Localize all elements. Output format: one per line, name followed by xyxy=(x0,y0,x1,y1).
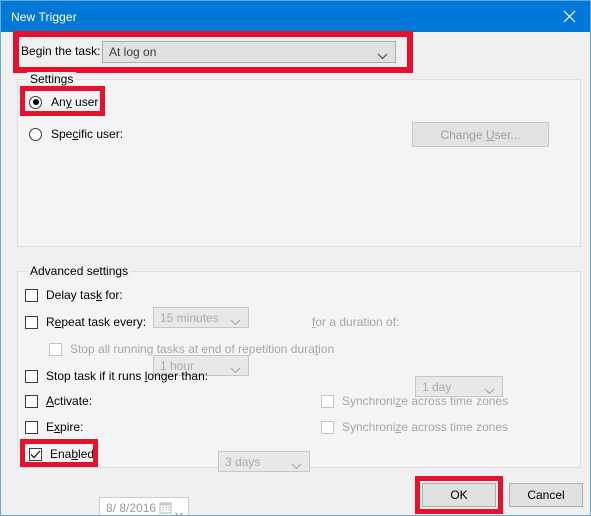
chevron-down-icon xyxy=(377,49,388,63)
ok-button[interactable]: OK xyxy=(422,483,496,507)
duration-value: 1 day xyxy=(422,379,452,394)
stop-all-tasks-label: Stop all running tasks at end of repetit… xyxy=(70,342,335,356)
expire-option[interactable]: Expire: xyxy=(25,420,83,434)
stop-longer-combobox[interactable]: 3 days xyxy=(218,451,310,472)
calendar-icon[interactable] xyxy=(159,501,172,515)
advanced-settings-group-title: Advanced settings xyxy=(27,264,132,278)
checkbox-activate[interactable] xyxy=(25,394,38,408)
chevron-down-icon[interactable] xyxy=(175,506,183,515)
any-user-label: Any user xyxy=(51,95,99,109)
begin-task-label: Begin the task: xyxy=(21,44,101,58)
checkbox-enabled[interactable] xyxy=(29,447,42,461)
repeat-task-label: Repeat task every: xyxy=(46,315,147,329)
close-button[interactable] xyxy=(546,1,590,32)
stop-longer-label: Stop task if it runs longer than: xyxy=(46,369,209,383)
specific-user-label: Specific user: xyxy=(51,127,124,141)
chevron-down-icon xyxy=(291,459,302,473)
cancel-label: Cancel xyxy=(527,488,565,502)
expire-sync-label: Synchronize across time zones xyxy=(342,420,509,434)
stop-longer-option[interactable]: Stop task if it runs longer than: xyxy=(25,369,208,383)
stop-all-tasks-option[interactable]: Stop all running tasks at end of repetit… xyxy=(49,342,334,356)
activate-option[interactable]: Activate: xyxy=(25,394,92,408)
ok-label: OK xyxy=(450,488,468,502)
delay-task-value: 15 minutes xyxy=(160,310,219,325)
activate-date-field[interactable]: 8/ 8/2016 xyxy=(99,497,189,515)
duration-label-wrap: for a duration of: xyxy=(312,315,399,329)
radio-any-user[interactable] xyxy=(29,95,42,109)
close-icon xyxy=(563,10,576,23)
checkbox-expire-sync[interactable] xyxy=(321,420,334,434)
checkbox-stop-longer[interactable] xyxy=(25,369,38,383)
chevron-down-icon xyxy=(230,315,241,329)
any-user-option[interactable]: Any user xyxy=(29,95,98,109)
begin-task-label-wrap: Begin the task: xyxy=(21,44,100,58)
delay-task-label: Delay task for: xyxy=(46,288,123,302)
cancel-button[interactable]: Cancel xyxy=(509,483,583,507)
new-trigger-dialog: New Trigger Begin the task: At log on Se… xyxy=(0,0,591,516)
checkbox-stop-all-tasks[interactable] xyxy=(49,342,62,356)
enabled-option[interactable]: Enabled xyxy=(29,447,94,461)
checkbox-repeat-task[interactable] xyxy=(25,315,38,329)
checkbox-activate-sync[interactable] xyxy=(321,394,334,408)
settings-group: Settings xyxy=(17,72,581,247)
activate-label: Activate: xyxy=(46,394,93,408)
delay-task-combobox[interactable]: 15 minutes xyxy=(153,307,249,328)
delay-task-option[interactable]: Delay task for: xyxy=(25,288,123,302)
change-user-label: Change User... xyxy=(440,127,521,142)
activate-sync-label: Synchronize across time zones xyxy=(342,394,509,408)
stop-longer-value: 3 days xyxy=(225,454,261,469)
checkbox-delay-task[interactable] xyxy=(25,288,38,302)
expire-sync-option[interactable]: Synchronize across time zones xyxy=(321,420,508,434)
settings-group-title: Settings xyxy=(27,72,77,86)
repeat-task-option[interactable]: Repeat task every: xyxy=(25,315,146,329)
radio-specific-user[interactable] xyxy=(29,127,42,141)
activate-sync-option[interactable]: Synchronize across time zones xyxy=(321,394,508,408)
title-bar: New Trigger xyxy=(1,1,590,32)
checkbox-expire[interactable] xyxy=(25,420,38,434)
specific-user-option[interactable]: Specific user: xyxy=(29,127,123,141)
begin-task-value: At log on xyxy=(109,45,157,59)
window-title: New Trigger xyxy=(11,9,77,24)
change-user-button[interactable]: Change User... xyxy=(412,122,549,147)
chevron-down-icon xyxy=(230,363,241,377)
enabled-label: Enabled xyxy=(50,447,95,461)
activate-date-value: 8/ 8/2016 xyxy=(106,500,157,515)
begin-task-combobox[interactable]: At log on xyxy=(102,41,396,63)
expire-label: Expire: xyxy=(46,420,84,434)
duration-label: for a duration of: xyxy=(312,315,400,329)
